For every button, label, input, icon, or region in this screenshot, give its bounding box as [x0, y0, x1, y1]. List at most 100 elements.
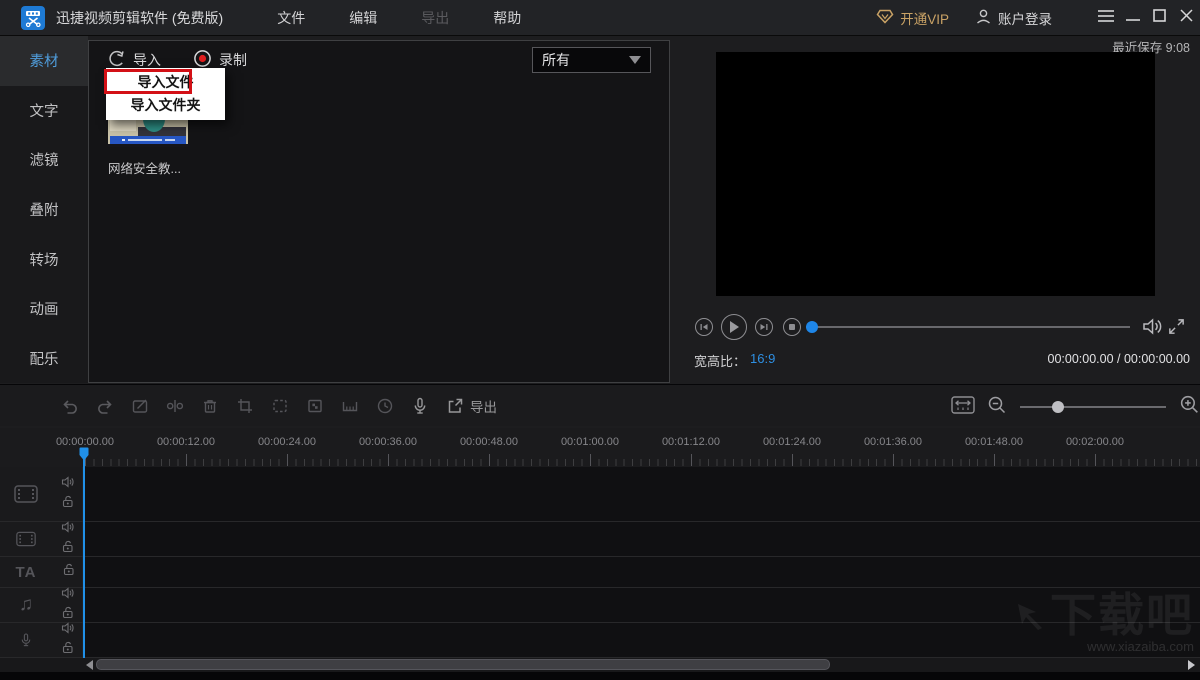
sidebar-item-overlays[interactable]: 叠附 — [0, 185, 88, 235]
track-mute-toggle[interactable] — [61, 586, 75, 604]
track-mute-toggle[interactable] — [61, 475, 75, 493]
track-mute-toggle[interactable] — [61, 520, 75, 538]
ruler-button[interactable] — [340, 396, 360, 416]
track-header-music: ♫ — [0, 588, 83, 622]
export-icon — [445, 396, 465, 416]
menu-file[interactable]: 文件 — [255, 0, 327, 36]
edit-button[interactable] — [130, 396, 150, 416]
filter-selected-value: 所有 — [542, 50, 570, 70]
ruler-label: 00:01:12.00 — [662, 436, 720, 448]
seek-handle[interactable] — [806, 321, 818, 333]
play-icon — [728, 320, 740, 334]
speaker-icon — [61, 476, 75, 488]
media-panel: 导入 录制 所有 网络安全教. — [88, 40, 670, 383]
record-label: 录制 — [219, 50, 247, 70]
volume-button[interactable] — [1141, 316, 1164, 342]
ruler-label: 00:00:24.00 — [258, 436, 316, 448]
menu-edit[interactable]: 编辑 — [327, 0, 399, 36]
scroll-left-arrow-icon[interactable] — [86, 660, 93, 670]
track-lane-video-overlay[interactable] — [83, 522, 1200, 556]
microphone-icon — [410, 396, 430, 416]
ruler-label: 00:00:36.00 — [359, 436, 417, 448]
play-button[interactable] — [721, 314, 747, 340]
unlock-icon — [62, 641, 74, 654]
playhead-line[interactable] — [83, 450, 85, 658]
duration-button[interactable] — [375, 396, 395, 416]
zoom-in-button[interactable] — [1178, 393, 1200, 421]
next-frame-button[interactable] — [755, 318, 773, 336]
timeline-tracks: TA ♫ — [0, 467, 1200, 658]
ruler-label: 00:01:48.00 — [965, 436, 1023, 448]
titlebar: 迅捷视频剪辑软件 (免费版) 文件 编辑 导出 帮助 开通VIP 账户登录 — [0, 0, 1200, 36]
track-lane-music[interactable] — [83, 588, 1200, 622]
export-button[interactable]: 导出 — [445, 396, 497, 416]
menu-item-import-folder[interactable]: 导入文件夹 — [106, 94, 225, 117]
vip-button[interactable]: 开通VIP — [876, 8, 949, 28]
track-lane-video[interactable] — [83, 467, 1200, 521]
zoom-slider-handle[interactable] — [1052, 401, 1064, 413]
unlock-icon — [62, 540, 74, 553]
voiceover-button[interactable] — [410, 396, 430, 416]
playhead-handle[interactable] — [79, 447, 89, 466]
app-logo-icon — [21, 6, 45, 30]
ruler-label: 00:02:00.00 — [1066, 436, 1124, 448]
sidebar-item-transitions[interactable]: 转场 — [0, 234, 88, 284]
filter-select[interactable]: 所有 — [532, 47, 651, 73]
menu-export: 导出 — [399, 0, 471, 36]
minimize-button[interactable] — [1119, 0, 1146, 36]
sidebar: 素材 文字 滤镜 叠附 转场 动画 配乐 — [0, 36, 88, 383]
select-region-button[interactable] — [270, 396, 290, 416]
zoom-out-button[interactable] — [986, 394, 1008, 421]
close-button[interactable] — [1173, 0, 1200, 36]
track-row-music: ♫ — [0, 588, 1200, 623]
crop-button[interactable] — [235, 396, 255, 416]
track-lock-toggle[interactable] — [62, 495, 74, 513]
track-mute-toggle[interactable] — [61, 621, 75, 639]
unlock-icon — [62, 606, 74, 619]
video-preview-screen — [716, 52, 1155, 296]
next-frame-icon — [758, 321, 770, 333]
sidebar-item-media[interactable]: 素材 — [0, 36, 88, 86]
track-lock-toggle[interactable] — [62, 540, 74, 558]
import-label: 导入 — [133, 50, 161, 70]
scrollbar-thumb[interactable] — [96, 659, 830, 670]
track-lock-toggle[interactable] — [62, 641, 74, 659]
menu-help[interactable]: 帮助 — [471, 0, 543, 36]
mosaic-button[interactable] — [305, 396, 325, 416]
undo-button[interactable] — [60, 396, 80, 416]
login-button[interactable]: 账户登录 — [975, 8, 1052, 28]
ruler-major-tick — [1095, 454, 1096, 466]
stop-button[interactable] — [783, 318, 801, 336]
timeline-zoom-slider[interactable] — [1020, 406, 1166, 408]
fit-timeline-button[interactable] — [950, 394, 976, 421]
ruler-major-tick — [792, 454, 793, 466]
track-header-video — [0, 467, 83, 521]
track-lane-voice[interactable] — [83, 623, 1200, 657]
sidebar-item-filters[interactable]: 滤镜 — [0, 135, 88, 185]
redo-button[interactable] — [95, 396, 115, 416]
scroll-right-arrow-icon[interactable] — [1188, 660, 1195, 670]
crop-icon — [235, 396, 255, 416]
stop-icon — [788, 323, 796, 331]
sidebar-item-text[interactable]: 文字 — [0, 86, 88, 136]
track-lane-text[interactable] — [83, 557, 1200, 587]
maximize-button[interactable] — [1146, 0, 1173, 36]
speaker-icon — [61, 587, 75, 599]
ruler-major-tick — [287, 454, 288, 466]
timeline-ruler[interactable]: 00:00:00.0000:00:12.0000:00:24.0000:00:3… — [0, 428, 1200, 467]
seek-bar[interactable] — [806, 326, 1130, 328]
prev-frame-icon — [698, 321, 710, 333]
sidebar-item-animation[interactable]: 动画 — [0, 284, 88, 334]
split-button[interactable] — [165, 396, 185, 416]
prev-frame-button[interactable] — [695, 318, 713, 336]
sidebar-item-music[interactable]: 配乐 — [0, 333, 88, 383]
horizontal-scrollbar — [0, 658, 1200, 672]
delete-button[interactable] — [200, 396, 220, 416]
fullscreen-button[interactable] — [1167, 317, 1186, 341]
track-lock-toggle[interactable] — [63, 563, 75, 581]
split-icon — [165, 396, 185, 416]
track-row-video — [0, 467, 1200, 522]
ruler-label: 00:01:00.00 — [561, 436, 619, 448]
aspect-ratio-value[interactable]: 16:9 — [750, 351, 775, 370]
app-menu-button[interactable] — [1092, 0, 1119, 36]
